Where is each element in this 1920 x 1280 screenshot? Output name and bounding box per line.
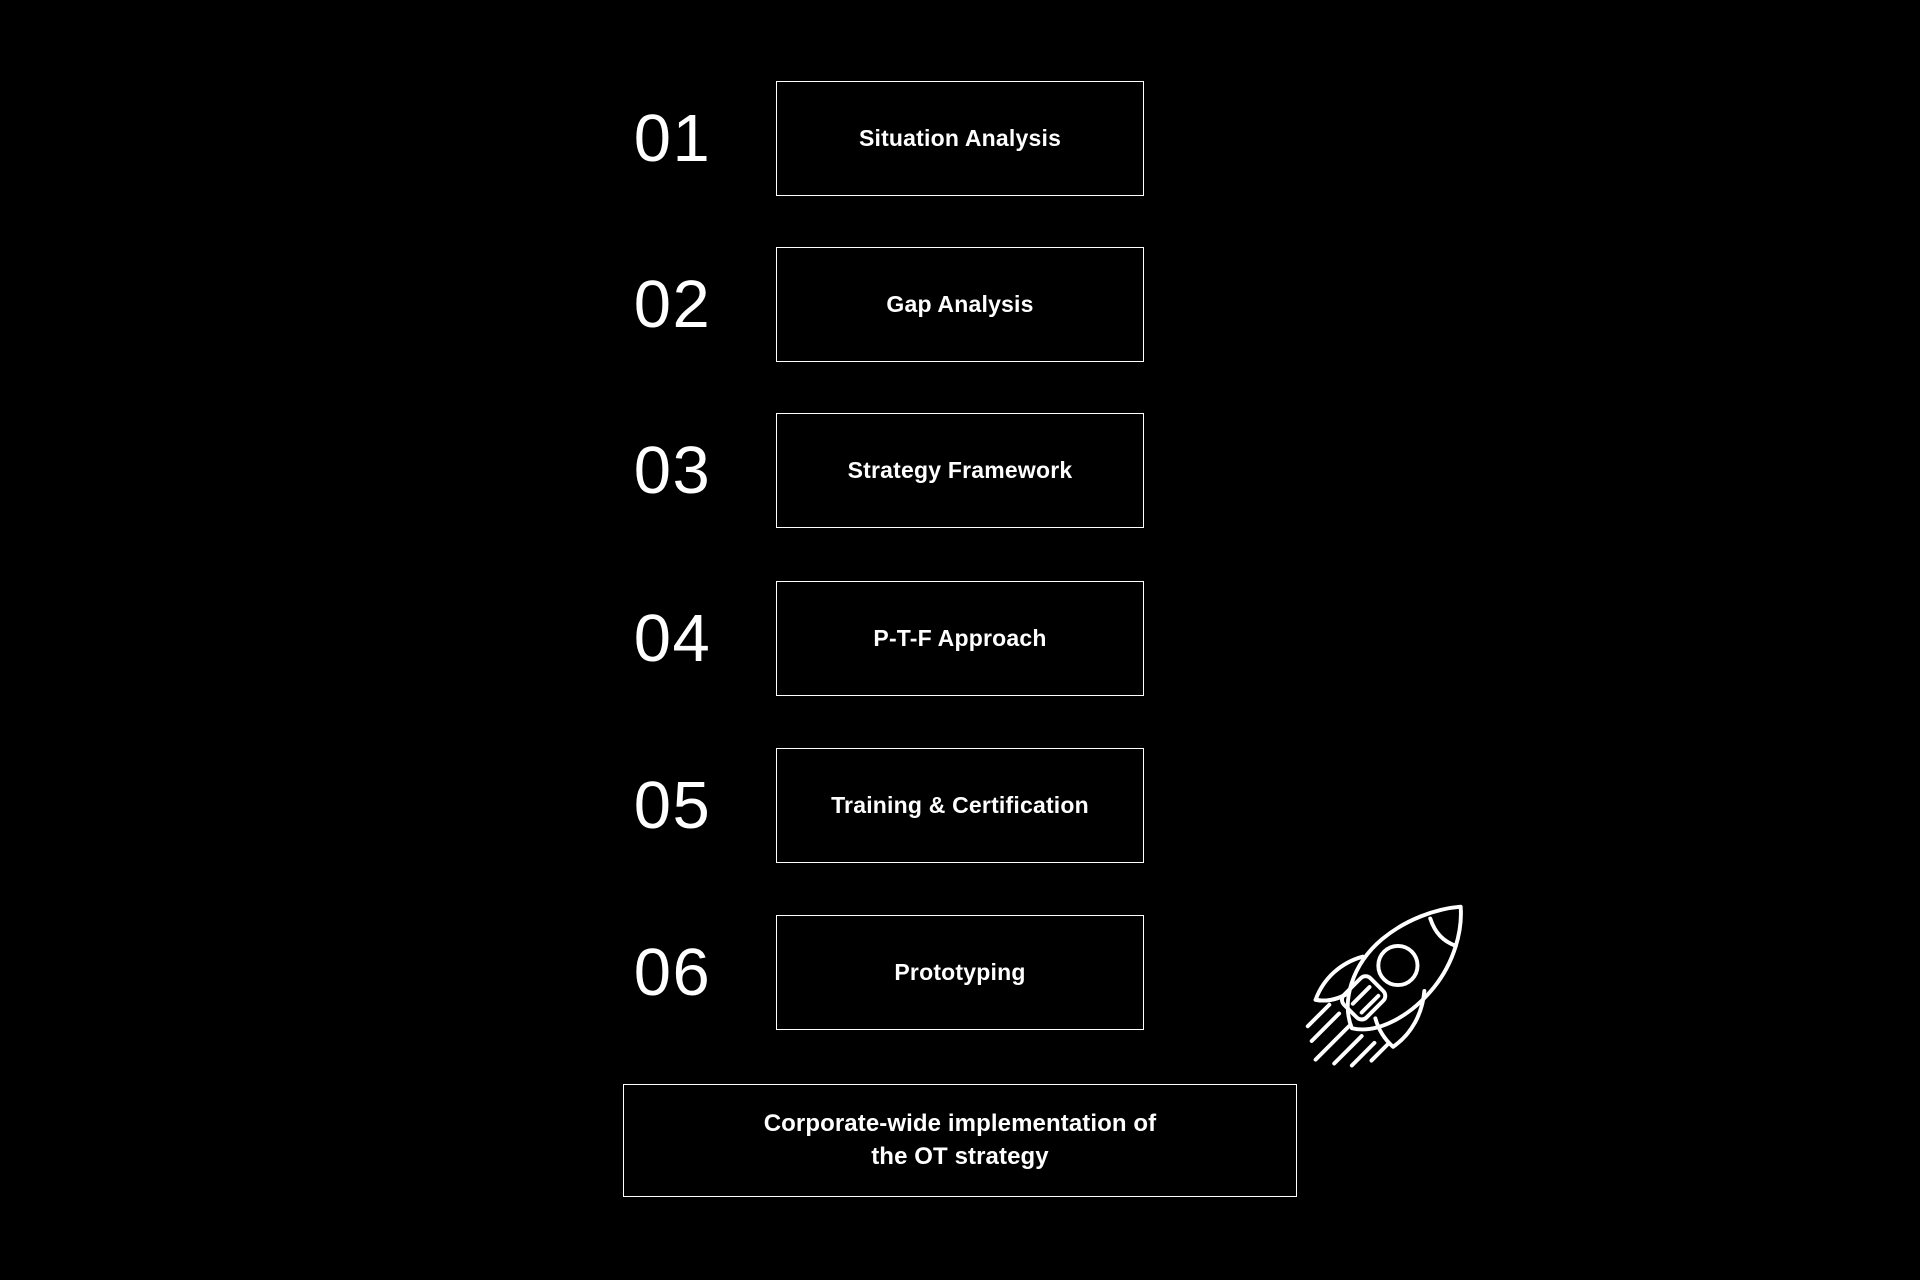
step-number-6: 06 (633, 935, 712, 1010)
step-box-4[interactable]: P-T-F Approach (776, 581, 1144, 696)
step-number-4: 04 (633, 601, 712, 676)
step-label-6: Prototyping (894, 959, 1026, 985)
step-box-6[interactable]: Prototyping (776, 915, 1144, 1030)
step-box-2[interactable]: Gap Analysis (776, 247, 1144, 362)
step-label-2: Gap Analysis (886, 291, 1034, 317)
step-row-2: 02 Gap Analysis (0, 247, 1920, 362)
step-box-3[interactable]: Strategy Framework (776, 413, 1144, 528)
step-number-1: 01 (633, 101, 712, 176)
step-row-4: 04 P-T-F Approach (0, 581, 1920, 696)
step-number-2: 02 (633, 267, 712, 342)
step-label-4: P-T-F Approach (873, 625, 1047, 651)
slide-canvas: 01 Situation Analysis 02 Gap Analysis 03… (0, 0, 1920, 1280)
step-box-1[interactable]: Situation Analysis (776, 81, 1144, 196)
step-box-5[interactable]: Training & Certification (776, 748, 1144, 863)
step-row-5: 05 Training & Certification (0, 748, 1920, 863)
rocket-icon (1296, 892, 1492, 1088)
step-row-1: 01 Situation Analysis (0, 81, 1920, 196)
step-row-3: 03 Strategy Framework (0, 413, 1920, 528)
summary-box[interactable]: Corporate-wide implementation of the OT … (623, 1084, 1297, 1197)
summary-text: Corporate-wide implementation of the OT … (763, 1110, 1157, 1170)
step-number-5: 05 (633, 768, 712, 843)
step-label-1: Situation Analysis (858, 125, 1062, 151)
step-row-6: 06 Prototyping (0, 915, 1920, 1030)
step-number-3: 03 (633, 433, 712, 508)
step-label-5: Training & Certification (831, 792, 1089, 818)
step-label-3: Strategy Framework (847, 457, 1073, 483)
